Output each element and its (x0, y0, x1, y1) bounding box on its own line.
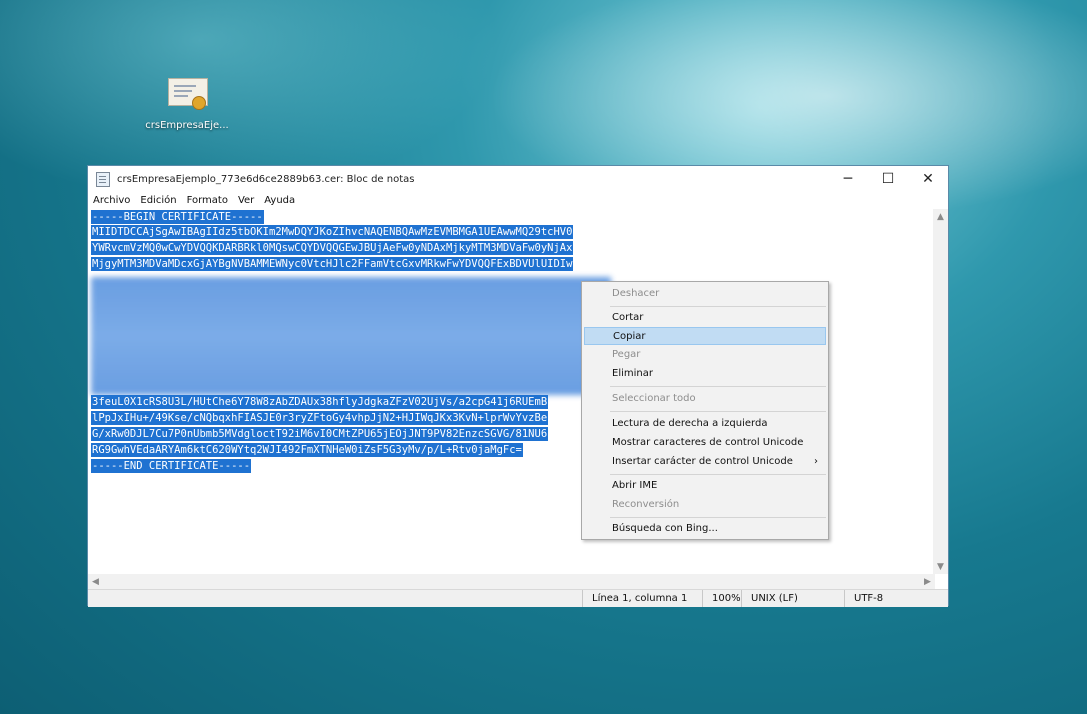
menu-item-rtl-reading[interactable]: Lectura de derecha a izquierda (584, 415, 826, 433)
menu-ver[interactable]: Ver (238, 195, 254, 206)
menu-item-bing-search[interactable]: Búsqueda con Bing... (584, 520, 826, 538)
menu-edicion[interactable]: Edición (140, 195, 176, 206)
submenu-arrow-icon: › (814, 456, 818, 467)
status-encoding: UTF-8 (844, 590, 934, 607)
menu-item-show-unicode[interactable]: Mostrar caracteres de control Unicode (584, 434, 826, 452)
blurred-certificate-content (91, 277, 611, 395)
desktop-certificate-shortcut[interactable]: crsEmpresaEje... (140, 76, 234, 131)
menu-bar: Archivo Edición Formato Ver Ayuda (88, 192, 948, 209)
editor-line: RG9GwhVEdaARYAm6ktC620WYtq2WJI492FmXTNHe… (91, 443, 523, 457)
menu-separator (610, 517, 826, 518)
menu-item-copy[interactable]: Copiar (584, 327, 826, 345)
horizontal-scrollbar[interactable]: ◀ ▶ (88, 574, 935, 589)
menu-item-paste[interactable]: Pegar (584, 346, 826, 364)
scroll-up-icon[interactable]: ▲ (933, 209, 948, 224)
editor-line: -----BEGIN CERTIFICATE----- (91, 210, 264, 224)
desktop-icon-label: crsEmpresaEje... (145, 120, 229, 131)
editor-line: 3feuL0X1cRS8U3L/HUtChe6Y78W8zAbZDAUx38hf… (91, 395, 549, 409)
menu-item-reconversion[interactable]: Reconversión (584, 496, 826, 514)
editor-line: YWRvcmVzMQ0wCwYDVQQKDARBRkl0MQswCQYDVQQG… (91, 241, 574, 255)
minimize-button[interactable]: ─ (828, 166, 868, 192)
menu-archivo[interactable]: Archivo (93, 195, 130, 206)
context-menu: Deshacer Cortar Copiar Pegar Eliminar Se… (581, 281, 829, 540)
title-bar[interactable]: crsEmpresaEjemplo_773e6d6ce2889b63.cer: … (88, 166, 948, 192)
menu-separator (610, 474, 826, 475)
editor-line: lPpJxIHu+/49Kse/cNQbqxhFIASJE0r3ryZFtoGy… (91, 411, 549, 425)
scroll-left-icon[interactable]: ◀ (88, 574, 103, 589)
menu-item-select-all[interactable]: Seleccionar todo (584, 390, 826, 408)
menu-item-cut[interactable]: Cortar (584, 309, 826, 327)
menu-ayuda[interactable]: Ayuda (264, 195, 295, 206)
menu-item-insert-unicode[interactable]: Insertar carácter de control Unicode › (584, 453, 826, 471)
editor-line: MjgyMTM3MDVaMDcxGjAYBgNVBAMMEWNyc0VtcHJl… (91, 257, 574, 271)
status-bar: Línea 1, columna 1 100% UNIX (LF) UTF-8 (88, 589, 948, 607)
menu-formato[interactable]: Formato (187, 195, 228, 206)
editor-line: G/xRw0DJL7Cu7P0nUbmb5MVdgloctT92iM6vI0CM… (91, 427, 549, 441)
menu-item-undo[interactable]: Deshacer (584, 285, 826, 303)
menu-item-open-ime[interactable]: Abrir IME (584, 477, 826, 495)
certificate-icon (166, 76, 208, 110)
status-line-ending: UNIX (LF) (741, 590, 837, 607)
menu-item-delete[interactable]: Eliminar (584, 365, 826, 383)
menu-separator (610, 411, 826, 412)
menu-separator (610, 306, 826, 307)
editor-line: MIIDTDCCAjSgAwIBAgIIdz5tbOKIm2MwDQYJKoZI… (91, 225, 574, 239)
scroll-right-icon[interactable]: ▶ (920, 574, 935, 589)
vertical-scrollbar[interactable]: ▲ ▼ (933, 209, 948, 574)
notepad-app-icon (96, 171, 110, 187)
editor-line: -----END CERTIFICATE----- (91, 459, 252, 473)
window-title: crsEmpresaEjemplo_773e6d6ce2889b63.cer: … (117, 173, 415, 185)
status-cursor-position: Línea 1, columna 1 (582, 590, 702, 607)
menu-item-insert-unicode-label: Insertar carácter de control Unicode (612, 456, 793, 467)
scroll-down-icon[interactable]: ▼ (933, 559, 948, 574)
maximize-button[interactable]: ☐ (868, 166, 908, 192)
close-button[interactable]: ✕ (908, 166, 948, 192)
menu-separator (610, 386, 826, 387)
